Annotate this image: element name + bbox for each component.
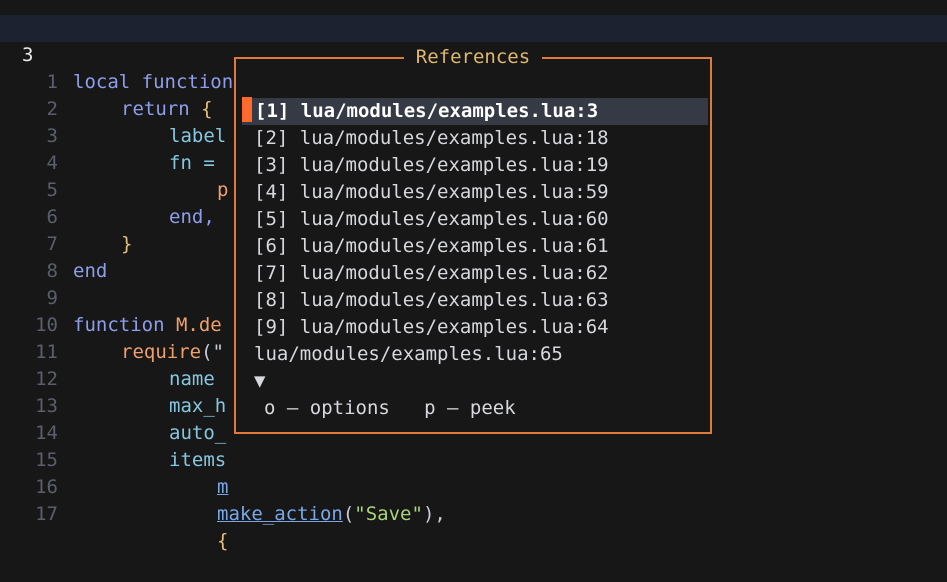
reference-item[interactable]: [6] lua/modules/examples.lua:61 <box>254 233 609 260</box>
reference-item[interactable]: [3] lua/modules/examples.lua:19 <box>254 152 609 179</box>
reference-item[interactable]: [2] lua/modules/examples.lua:18 <box>254 125 609 152</box>
more-down-icon[interactable]: ▼ <box>254 368 265 395</box>
reference-item[interactable]: [4] lua/modules/examples.lua:59 <box>254 179 609 206</box>
reference-item[interactable]: [9] lua/modules/examples.lua:64 <box>254 314 609 341</box>
reference-item[interactable]: [8] lua/modules/examples.lua:63 <box>254 287 609 314</box>
reference-item[interactable]: [7] lua/modules/examples.lua:62 <box>254 260 609 287</box>
keybinding-hint: o — options p — peek <box>264 397 516 419</box>
reference-item[interactable]: lua/modules/examples.lua:65 <box>254 341 563 368</box>
references-popup[interactable]: References [1] lua/modules/examples.lua:… <box>234 46 712 434</box>
selection-marker <box>242 97 252 122</box>
code-text: make_action("Save"), <box>217 503 446 525</box>
reference-item-selected[interactable]: [1] lua/modules/examples.lua:3 <box>242 97 708 125</box>
code-line-current[interactable]: 3 local function make_action(label) <box>0 15 947 93</box>
code-text: { <box>217 530 229 552</box>
code-line[interactable]: 17 { <box>0 474 947 552</box>
line-number: 17 <box>35 503 58 525</box>
reference-item[interactable]: [5] lua/modules/examples.lua:60 <box>254 206 609 233</box>
code-line[interactable]: 16 make_action("Save"), <box>0 447 947 525</box>
popup-title: References <box>236 46 710 68</box>
